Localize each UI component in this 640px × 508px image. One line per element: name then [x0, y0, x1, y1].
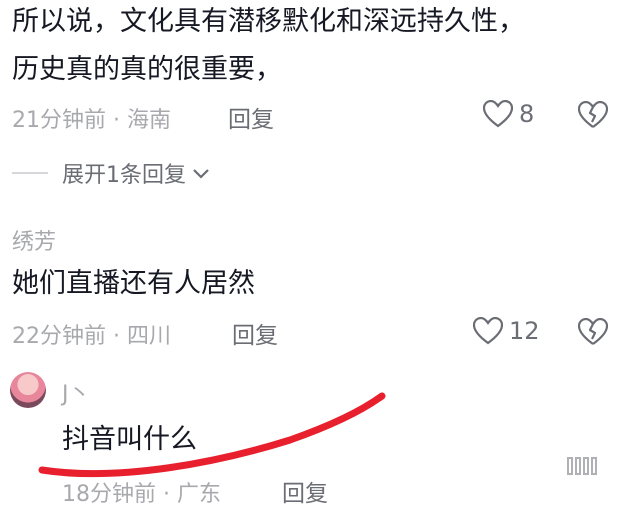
signal-bars-icon [566, 456, 600, 480]
red-underline-annotation [38, 392, 386, 478]
